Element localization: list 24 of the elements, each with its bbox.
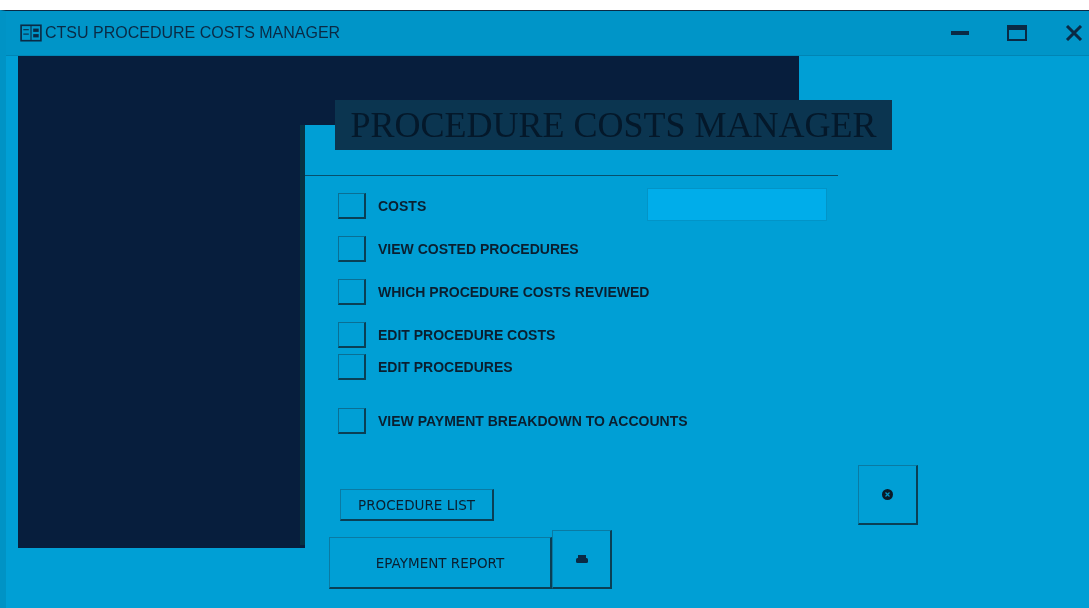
menu-label: WHICH PROCEDURE COSTS REVIEWED	[378, 284, 650, 300]
epayment-report-button[interactable]: EPAYMENT REPORT	[329, 537, 552, 589]
menu-button[interactable]	[338, 236, 366, 262]
close-icon	[882, 489, 893, 500]
close-form-button[interactable]	[858, 465, 918, 525]
menu-button[interactable]	[338, 322, 366, 348]
maximize-icon[interactable]	[1007, 25, 1027, 41]
menu-button[interactable]	[338, 193, 366, 219]
form-icon	[20, 24, 42, 42]
menu-button[interactable]	[338, 279, 366, 305]
menu-button[interactable]	[338, 354, 366, 380]
minimize-icon[interactable]	[951, 30, 969, 36]
procedure-list-button[interactable]: PROCEDURE LIST	[340, 489, 494, 521]
menu-label: EDIT PROCEDURES	[378, 359, 513, 375]
print-button[interactable]	[552, 530, 612, 589]
menu-label: EDIT PROCEDURE COSTS	[378, 327, 556, 343]
input-field[interactable]	[647, 188, 827, 221]
menu-button[interactable]	[338, 408, 366, 434]
menu-label: COSTS	[378, 198, 427, 214]
printer-icon	[575, 554, 588, 564]
menu-label: VIEW PAYMENT BREAKDOWN TO ACCOUNTS	[378, 413, 688, 429]
close-icon[interactable]	[1065, 25, 1083, 41]
menu-label: VIEW COSTED PROCEDURES	[378, 241, 579, 257]
window-title: CTSU PROCEDURE COSTS MANAGER	[45, 24, 341, 42]
